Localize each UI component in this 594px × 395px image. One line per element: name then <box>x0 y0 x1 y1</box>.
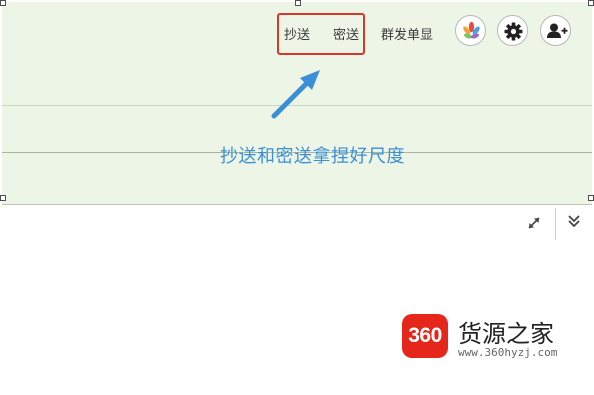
app-button[interactable] <box>455 15 486 46</box>
callout-arrow-icon <box>271 70 320 119</box>
watermark-site-name: 货源之家 <box>458 320 554 348</box>
double-chevron-down-icon[interactable] <box>566 213 582 229</box>
separate-send-link[interactable]: 群发单显 <box>381 24 433 43</box>
cc-bcc-highlight-box <box>277 13 365 55</box>
watermark-logo: 360 <box>402 314 448 358</box>
watermark-url: www.360hyzj.com <box>458 346 558 359</box>
annotation-caption: 抄送和密送拿捏好尺度 <box>220 146 405 167</box>
toolbar-separator <box>555 208 556 240</box>
resize-handle-top-left[interactable] <box>0 0 6 6</box>
resize-handle-top-right[interactable] <box>588 0 594 6</box>
expand-diagonal-icon[interactable] <box>526 215 542 231</box>
resize-handle-top-middle[interactable] <box>295 0 301 6</box>
gear-icon <box>504 22 523 41</box>
colorful-leaves-icon <box>463 21 480 39</box>
resize-handle-middle-left[interactable] <box>0 195 6 201</box>
resize-handle-middle-right[interactable] <box>588 195 594 201</box>
message-body-editor[interactable] <box>0 205 594 395</box>
add-contact-button[interactable] <box>540 15 571 46</box>
add-person-icon <box>547 23 568 38</box>
settings-button[interactable] <box>497 15 528 46</box>
